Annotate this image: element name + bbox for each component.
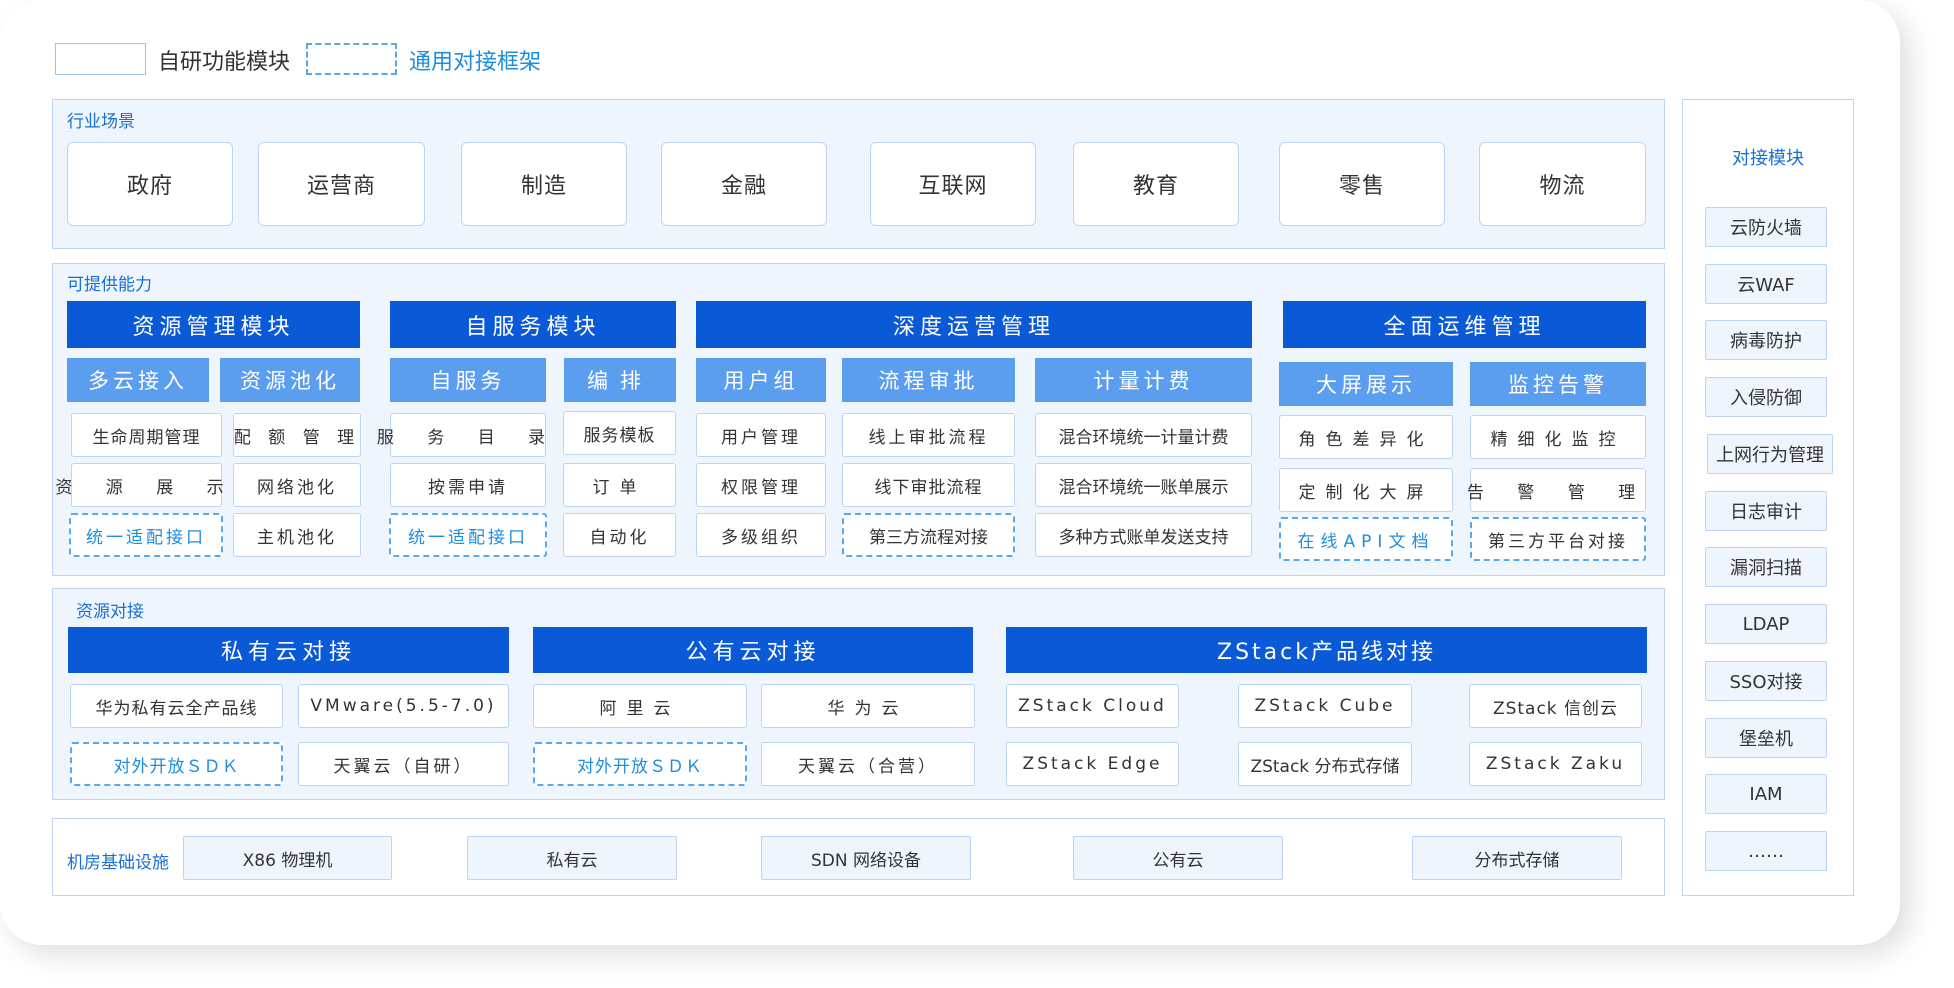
legend-framework-label: 通用对接框架 [409,50,542,75]
legend-dashed-swatch [306,43,397,75]
maintenance-thirdparty: 第三方平台对接 [1470,517,1646,561]
resource-lifecycle: 生命周期管理 [71,413,222,457]
industry-item-education: 教育 [1073,142,1239,226]
selfservice-sub-selfservice: 自服务 [390,358,546,402]
infra-public-cloud: 公有云 [1073,836,1283,880]
resource-module-head: 资源管理模块 [67,301,360,348]
infra-private-cloud: 私有云 [467,836,677,880]
industry-item-operator: 运营商 [258,142,425,226]
maintenance-fine-monitor: 精细化监控 [1470,415,1646,459]
private-huawei: 华为私有云全产品线 [70,684,283,728]
ops-permission-management: 权限管理 [696,463,826,507]
side-item-sso: SSO对接 [1705,661,1827,701]
industry-item-manufacturing: 制造 [461,142,627,226]
side-item-intrusion: 入侵防御 [1705,377,1827,417]
legend-solid-swatch [55,43,146,75]
side-item-vuln-scan: 漏洞扫描 [1705,547,1827,587]
selfservice-unified-interface: 统一适配接口 [389,513,547,557]
resource-display: 资 源 展 示 [55,463,224,507]
industry-title: 行业场景 [67,112,135,132]
infra-x86: X86 物理机 [183,836,392,880]
resource-sub-pooling: 资源池化 [220,358,360,402]
side-item-log-audit: 日志审计 [1705,491,1827,531]
side-item-iam: IAM [1705,774,1827,814]
selfservice-order: 订单 [563,463,676,507]
resource-sub-multicloud: 多云接入 [67,358,209,402]
public-sdk: 对外开放ＳＤＫ [533,742,747,786]
zstack-edge: ZStack Edge [1006,742,1179,786]
ops-sub-billing: 计量计费 [1035,358,1252,402]
resource-link-title: 资源对接 [76,602,144,622]
ops-user-management: 用户管理 [696,413,826,457]
side-item-bastion: 堡垒机 [1705,718,1827,758]
ops-sub-approval: 流程审批 [842,358,1015,402]
private-sdk: 对外开放ＳＤＫ [70,742,283,786]
public-tianyi: 天翼云（合营） [761,742,975,786]
public-huawei: 华为云 [761,684,975,728]
zstack-head: ZStack产品线对接 [1006,627,1647,673]
selfservice-module-head: 自服务模块 [390,301,676,348]
infra-title: 机房基础设施 [67,853,169,873]
maintenance-custom-screen: 定制化大屏 [1279,468,1453,512]
zstack-distributed-storage: ZStack 分布式存储 [1238,742,1412,786]
ops-unified-bill: 混合环境统一账单展示 [1035,463,1252,507]
maintenance-module-head: 全面运维管理 [1283,301,1646,348]
resource-quota: 配 额 管 理 [233,413,361,457]
ops-multilevel-org: 多级组织 [696,513,826,557]
selfservice-catalog: 服 务 目 录 [377,413,546,457]
industry-item-internet: 互联网 [870,142,1036,226]
ops-online-approval: 线上审批流程 [842,413,1015,457]
side-item-behavior: 上网行为管理 [1707,434,1833,474]
maintenance-sub-screen: 大屏展示 [1279,362,1453,406]
resource-network-pool: 网络池化 [233,463,361,507]
side-item-ldap: LDAP [1705,604,1827,644]
side-item-firewall: 云防火墙 [1705,207,1827,247]
ops-thirdparty-approval: 第三方流程对接 [842,513,1015,557]
public-cloud-head: 公有云对接 [533,627,973,673]
maintenance-sub-monitor: 监控告警 [1470,362,1646,406]
selfservice-template: 服务模板 [563,411,676,455]
ops-unified-metering: 混合环境统一计量计费 [1035,413,1252,457]
capability-title: 可提供能力 [67,275,152,295]
maintenance-role-diff: 角色差异化 [1279,415,1453,459]
ops-bill-delivery: 多种方式账单发送支持 [1035,513,1252,557]
private-tianyi: 天翼云（自研） [298,742,509,786]
public-aliyun: 阿里云 [533,684,747,728]
selfservice-sub-orchestration: 编排 [564,358,676,402]
resource-host-pool: 主机池化 [233,513,361,557]
side-item-antivirus: 病毒防护 [1705,320,1827,360]
ops-sub-usergroup: 用户组 [696,358,826,402]
zstack-zaku: ZStack Zaku [1469,742,1642,786]
infra-distributed-storage: 分布式存储 [1412,836,1622,880]
maintenance-api-doc: 在线API文档 [1279,517,1453,561]
ops-module-head: 深度运营管理 [696,301,1252,348]
private-vmware: VMware(5.5-7.0) [298,684,509,728]
legend-own-label: 自研功能模块 [158,50,291,75]
industry-item-retail: 零售 [1279,142,1445,226]
side-item-waf: 云WAF [1705,264,1827,304]
ops-offline-approval: 线下审批流程 [842,463,1015,507]
selfservice-automation: 自动化 [563,513,676,557]
industry-item-government: 政府 [67,142,233,226]
side-item-more: …… [1705,831,1827,871]
zstack-cube: ZStack Cube [1238,684,1412,728]
zstack-xinchuang: ZStack 信创云 [1469,684,1642,728]
maintenance-alarm: 告 警 管 理 [1467,468,1646,512]
industry-item-logistics: 物流 [1479,142,1646,226]
selfservice-on-demand: 按需申请 [390,463,546,507]
resource-unified-interface: 统一适配接口 [69,513,223,557]
side-title: 对接模块 [1732,148,1804,169]
industry-item-finance: 金融 [661,142,827,226]
zstack-cloud: ZStack Cloud [1006,684,1179,728]
infra-sdn: SDN 网络设备 [761,836,971,880]
private-cloud-head: 私有云对接 [68,627,509,673]
